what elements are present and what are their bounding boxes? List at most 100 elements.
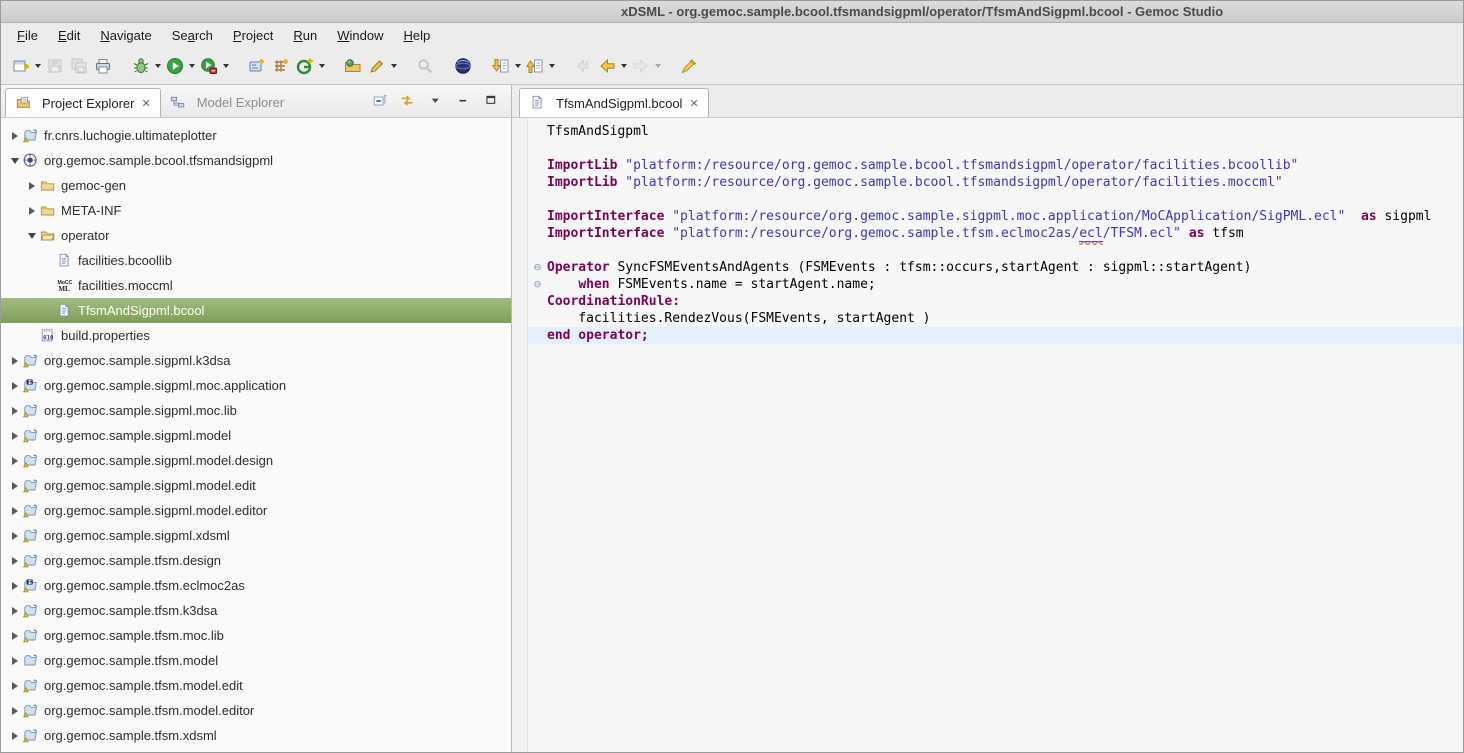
print-button[interactable] xyxy=(91,54,115,78)
twisty-collapsed-icon[interactable] xyxy=(7,482,22,490)
menu-help[interactable]: Help xyxy=(393,25,440,46)
close-icon[interactable]: ✕ xyxy=(141,97,150,110)
code-line-6[interactable]: ImportInterface "platform:/resource/org.… xyxy=(528,208,1463,225)
tree-item-org-gemoc-sample-sigpml-moc-application[interactable]: Eorg.gemoc.sample.sigpml.moc.application xyxy=(1,373,511,398)
run-last-tool-dropdown-arrow-icon[interactable] xyxy=(221,56,231,76)
new-gemoc-dropdown-arrow-icon[interactable] xyxy=(317,56,327,76)
tree-item-org-gemoc-sample-sigpml-model-edit[interactable]: org.gemoc.sample.sigpml.model.edit xyxy=(1,473,511,498)
twisty-expanded-icon[interactable] xyxy=(7,158,22,164)
twisty-expanded-icon[interactable] xyxy=(24,233,39,239)
code-line-12[interactable]: facilities.RendezVous(FSMEvents, startAg… xyxy=(528,310,1463,327)
tree-item-org-gemoc-sample-tfsm-xdsml[interactable]: org.gemoc.sample.tfsm.xdsml xyxy=(1,723,511,748)
tree-item-org-gemoc-sample-tfsm-moc-lib[interactable]: org.gemoc.sample.tfsm.moc.lib xyxy=(1,623,511,648)
tree-item-facilities-moccml[interactable]: MoCCMLfacilities.moccml xyxy=(1,273,511,298)
tree-item-org-gemoc-sample-tfsm-model-edit[interactable]: org.gemoc.sample.tfsm.model.edit xyxy=(1,673,511,698)
new-diagram-button[interactable] xyxy=(245,54,269,78)
link-with-editor-button[interactable] xyxy=(399,95,417,111)
code-line-5[interactable] xyxy=(528,191,1463,208)
twisty-collapsed-icon[interactable] xyxy=(7,357,22,365)
maximize-button[interactable] xyxy=(483,95,501,111)
twisty-collapsed-icon[interactable] xyxy=(7,632,22,640)
back-dropdown-arrow-icon[interactable] xyxy=(619,56,629,76)
twisty-collapsed-icon[interactable] xyxy=(7,407,22,415)
tree-item-org-gemoc-sample-sigpml-k3dsa[interactable]: org.gemoc.sample.sigpml.k3dsa xyxy=(1,348,511,373)
previous-annotation-dropdown-arrow-icon[interactable] xyxy=(547,56,557,76)
twisty-collapsed-icon[interactable] xyxy=(7,707,22,715)
menu-edit[interactable]: Edit xyxy=(48,25,90,46)
twisty-collapsed-icon[interactable] xyxy=(7,557,22,565)
twisty-collapsed-icon[interactable] xyxy=(7,582,22,590)
next-annotation-dropdown-arrow-icon[interactable] xyxy=(513,56,523,76)
editor-tab[interactable]: TfsmAndSigpml.bcool ✕ xyxy=(519,88,709,117)
twisty-collapsed-icon[interactable] xyxy=(24,207,39,215)
menu-window[interactable]: Window xyxy=(327,25,393,46)
menu-search[interactable]: Search xyxy=(162,25,223,46)
tree-item-org-gemoc-sample-tfsm-k3dsa[interactable]: org.gemoc.sample.tfsm.k3dsa xyxy=(1,598,511,623)
new-grid-button[interactable] xyxy=(269,54,293,78)
twisty-collapsed-icon[interactable] xyxy=(7,732,22,740)
tree-item-org-gemoc-sample-tfsm-eclmoc2as[interactable]: Eorg.gemoc.sample.tfsm.eclmoc2as xyxy=(1,573,511,598)
code-line-4[interactable]: ImportLib "platform:/resource/org.gemoc.… xyxy=(528,174,1463,191)
tree-item-tfsmandsigpml-bcool[interactable]: TfsmAndSigpml.bcool xyxy=(1,298,511,323)
code-line-9[interactable]: ⊖Operator SyncFSMEventsAndAgents (FSMEve… xyxy=(528,259,1463,276)
tree-item-operator[interactable]: operator xyxy=(1,223,511,248)
view-menu-button[interactable] xyxy=(427,95,445,111)
tree-item-meta-inf[interactable]: META-INF xyxy=(1,198,511,223)
twisty-collapsed-icon[interactable] xyxy=(7,682,22,690)
twisty-collapsed-icon[interactable] xyxy=(24,182,39,190)
mark-occurrences-dropdown-arrow-icon[interactable] xyxy=(389,56,399,76)
tree-item-org-gemoc-sample-sigpml-xdsml[interactable]: org.gemoc.sample.sigpml.xdsml xyxy=(1,523,511,548)
fold-collapse-icon[interactable]: ⊖ xyxy=(528,276,547,293)
code-line-1[interactable]: TfsmAndSigpml xyxy=(528,123,1463,140)
tree-item-org-gemoc-sample-sigpml-model-editor[interactable]: org.gemoc.sample.sigpml.model.editor xyxy=(1,498,511,523)
twisty-collapsed-icon[interactable] xyxy=(7,507,22,515)
tree-item-org-gemoc-sample-bcool-tfsmandsigpml[interactable]: org.gemoc.sample.bcool.tfsmandsigpml xyxy=(1,148,511,173)
twisty-collapsed-icon[interactable] xyxy=(7,457,22,465)
code-line-13[interactable]: end operator; xyxy=(528,327,1463,344)
back-button[interactable] xyxy=(595,54,619,78)
tree-item-facilities-bcoollib[interactable]: facilities.bcoollib xyxy=(1,248,511,273)
tree-item-org-gemoc-sample-tfsm-design[interactable]: org.gemoc.sample.tfsm.design xyxy=(1,548,511,573)
tree-item-fr-cnrs-luchogie-ultimateplotter[interactable]: fr.cnrs.luchogie.ultimateplotter xyxy=(1,123,511,148)
code-editor[interactable]: TfsmAndSigpml ImportLib "platform:/resour… xyxy=(528,118,1463,752)
mark-occurrences-button[interactable] xyxy=(365,54,389,78)
twisty-collapsed-icon[interactable] xyxy=(7,657,22,665)
new-dropdown-arrow-icon[interactable] xyxy=(33,56,43,76)
minimize-button[interactable] xyxy=(455,95,473,111)
pin-editor-button[interactable] xyxy=(677,54,701,78)
twisty-collapsed-icon[interactable] xyxy=(7,432,22,440)
menu-navigate[interactable]: Navigate xyxy=(90,25,161,46)
code-line-11[interactable]: CoordinationRule: xyxy=(528,293,1463,310)
run-last-tool-button[interactable] xyxy=(197,54,221,78)
close-icon[interactable]: ✕ xyxy=(689,97,698,110)
new-button[interactable] xyxy=(9,54,33,78)
menu-run[interactable]: Run xyxy=(283,25,327,46)
new-gemoc-button[interactable] xyxy=(293,54,317,78)
debug-dropdown-arrow-icon[interactable] xyxy=(153,56,163,76)
debug-button[interactable] xyxy=(129,54,153,78)
tree-item-org-gemoc-sample-tfsm-model[interactable]: org.gemoc.sample.tfsm.model xyxy=(1,648,511,673)
view-tab-project-explorer[interactable]: Project Explorer✕ xyxy=(5,88,161,117)
collapse-all-button[interactable] xyxy=(371,95,389,111)
tree-item-org-gemoc-sample-tfsm-model-editor[interactable]: org.gemoc.sample.tfsm.model.editor xyxy=(1,698,511,723)
tree-item-org-gemoc-sample-sigpml-model-design[interactable]: org.gemoc.sample.sigpml.model.design xyxy=(1,448,511,473)
view-tab-model-explorer[interactable]: Model Explorer xyxy=(161,88,293,117)
menu-project[interactable]: Project xyxy=(223,25,283,46)
tree-item-org-gemoc-sample-sigpml-moc-lib[interactable]: org.gemoc.sample.sigpml.moc.lib xyxy=(1,398,511,423)
code-line-2[interactable] xyxy=(528,140,1463,157)
next-annotation-button[interactable] xyxy=(489,54,513,78)
twisty-collapsed-icon[interactable] xyxy=(7,132,22,140)
tree-item-org-gemoc-sample-sigpml-model[interactable]: org.gemoc.sample.sigpml.model xyxy=(1,423,511,448)
code-line-7[interactable]: ImportInterface "platform:/resource/org.… xyxy=(528,225,1463,242)
previous-annotation-button[interactable] xyxy=(523,54,547,78)
code-line-3[interactable]: ImportLib "platform:/resource/org.gemoc.… xyxy=(528,157,1463,174)
open-browser-button[interactable] xyxy=(451,54,475,78)
twisty-collapsed-icon[interactable] xyxy=(7,607,22,615)
tree-item-build-properties[interactable]: 010build.properties xyxy=(1,323,511,348)
run-button[interactable] xyxy=(163,54,187,78)
tree-item-gemoc-gen[interactable]: gemoc-gen xyxy=(1,173,511,198)
twisty-collapsed-icon[interactable] xyxy=(7,382,22,390)
fold-collapse-icon[interactable]: ⊖ xyxy=(528,259,547,276)
code-line-8[interactable] xyxy=(528,242,1463,259)
annotation-ruler[interactable] xyxy=(512,118,528,752)
